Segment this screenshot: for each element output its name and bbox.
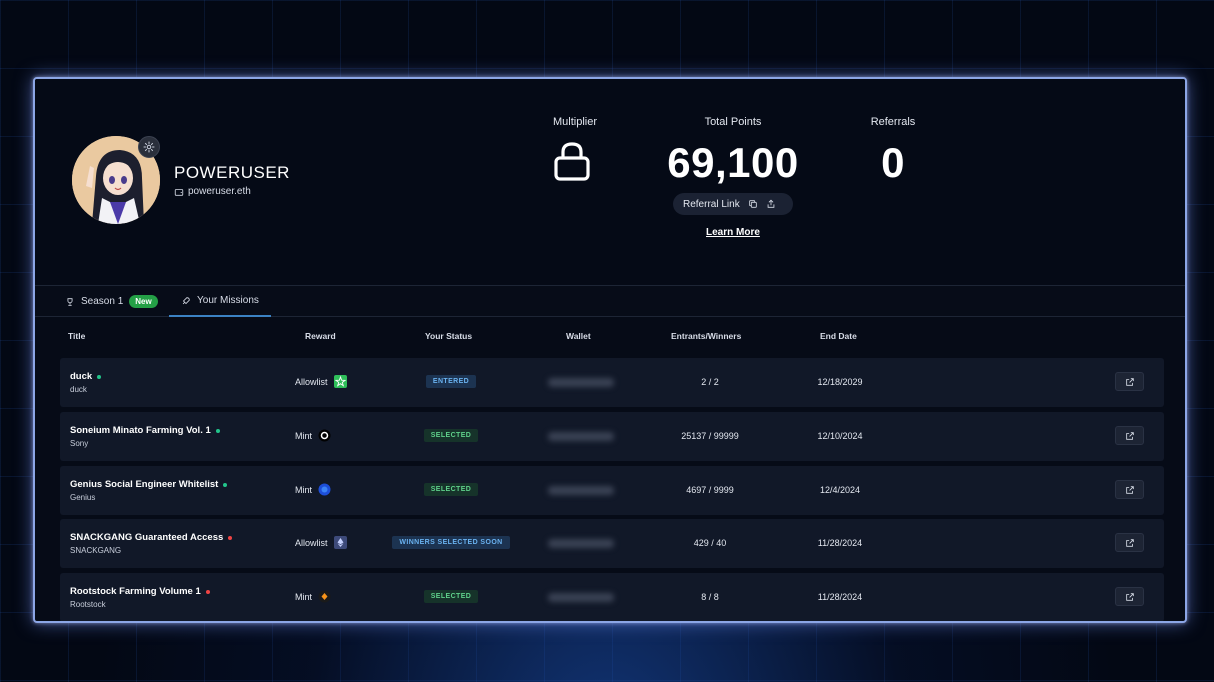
wallet-redacted — [548, 432, 614, 441]
status-badge: WINNERS SELECTED SOON — [392, 536, 510, 549]
username: POWERUSER — [174, 163, 290, 182]
status-badge: SELECTED — [423, 429, 479, 442]
end-date: 11/28/2024 — [817, 592, 863, 602]
header-end-date: End Date — [820, 331, 857, 341]
header-entrants: Entrants/Winners — [671, 331, 742, 341]
external-link-icon — [1125, 431, 1134, 440]
gear-icon — [143, 141, 155, 153]
entrants-winners: 2 / 2 — [701, 377, 719, 387]
wallet-redacted — [548, 593, 614, 602]
rocket-icon — [182, 296, 190, 304]
external-link-icon — [1125, 377, 1134, 386]
referral-link-label: Referral Link — [683, 198, 740, 210]
referrals-value: 0 — [881, 139, 905, 186]
tab-season-1[interactable]: Season 1 New — [65, 286, 158, 317]
trophy-icon — [67, 297, 73, 306]
multiplier-label: Multiplier — [552, 116, 597, 128]
lock-icon — [553, 141, 591, 186]
entrants-winners: 8 / 8 — [701, 592, 719, 602]
profile-header: POWERUSER poweruser.eth Multiplier Total… — [35, 79, 1185, 285]
open-mission-button[interactable] — [1115, 480, 1144, 499]
external-link-icon — [1125, 538, 1134, 547]
table-row[interactable]: Soneium Minato Farming Vol. 1 Sony Mint … — [60, 412, 1164, 461]
wallet-address: poweruser.eth — [174, 186, 251, 197]
open-mission-button[interactable] — [1115, 426, 1144, 445]
header-status: Your Status — [425, 331, 473, 341]
header-reward: Reward — [305, 331, 336, 341]
wallet-redacted — [548, 539, 614, 548]
header-wallet: Wallet — [566, 331, 591, 341]
external-link-icon — [1125, 485, 1134, 494]
end-date: 11/28/2024 — [817, 538, 863, 548]
end-date: 12/18/2029 — [817, 377, 863, 387]
copy-icon[interactable] — [748, 199, 758, 209]
referral-link-pill: Referral Link — [673, 193, 793, 215]
end-date: 12/4/2024 — [819, 485, 861, 495]
external-link-icon — [1125, 592, 1134, 601]
wallet-cell — [548, 593, 614, 602]
learn-more-link[interactable]: Learn More — [706, 227, 760, 238]
open-mission-button[interactable] — [1115, 372, 1144, 391]
header-title: Title — [68, 331, 86, 341]
tab-your-missions-label: Your Missions — [197, 295, 259, 306]
entrants-winners: 429 / 40 — [693, 538, 727, 548]
wallet-icon — [174, 188, 184, 196]
table-row[interactable]: Rootstock Farming Volume 1 Rootstock Min… — [60, 573, 1164, 621]
table-row[interactable]: SNACKGANG Guaranteed Access SNACKGANG Al… — [60, 519, 1164, 568]
end-date: 12/10/2024 — [817, 431, 863, 441]
wallet-cell — [548, 378, 614, 387]
status-badge: SELECTED — [423, 590, 479, 603]
entrants-winners: 25137 / 99999 — [681, 431, 739, 441]
wallet-cell — [548, 539, 614, 548]
table-row[interactable]: Genius Social Engineer Whitelist Genius … — [60, 466, 1164, 515]
wallet-cell — [548, 432, 614, 441]
wallet-cell — [548, 486, 614, 495]
table-row[interactable]: duck duck Allowlist ENTERED 2 / 2 12/18/… — [60, 358, 1164, 407]
status-badge: SELECTED — [423, 483, 479, 496]
share-icon[interactable] — [766, 199, 776, 209]
wallet-address-text: poweruser.eth — [188, 186, 251, 197]
wallet-redacted — [548, 378, 614, 387]
table-header: Title Reward Your Status Wallet Entrants… — [35, 329, 1185, 345]
tab-bar: Season 1 New Your Missions — [35, 285, 1185, 317]
status-badge: ENTERED — [425, 375, 477, 388]
entrants-winners: 4697 / 9999 — [686, 485, 734, 495]
new-badge: New — [129, 295, 158, 308]
total-points-value: 69,100 — [667, 139, 799, 186]
total-points-label: Total Points — [704, 116, 762, 128]
tab-season-1-label: Season 1 — [81, 296, 124, 307]
referrals-label: Referrals — [870, 116, 916, 128]
wallet-redacted — [548, 486, 614, 495]
open-mission-button[interactable] — [1115, 533, 1144, 552]
open-mission-button[interactable] — [1115, 587, 1144, 606]
avatar-settings-button[interactable] — [138, 136, 160, 158]
profile-window: POWERUSER poweruser.eth Multiplier Total… — [33, 77, 1187, 623]
tab-your-missions[interactable]: Your Missions — [169, 286, 271, 317]
